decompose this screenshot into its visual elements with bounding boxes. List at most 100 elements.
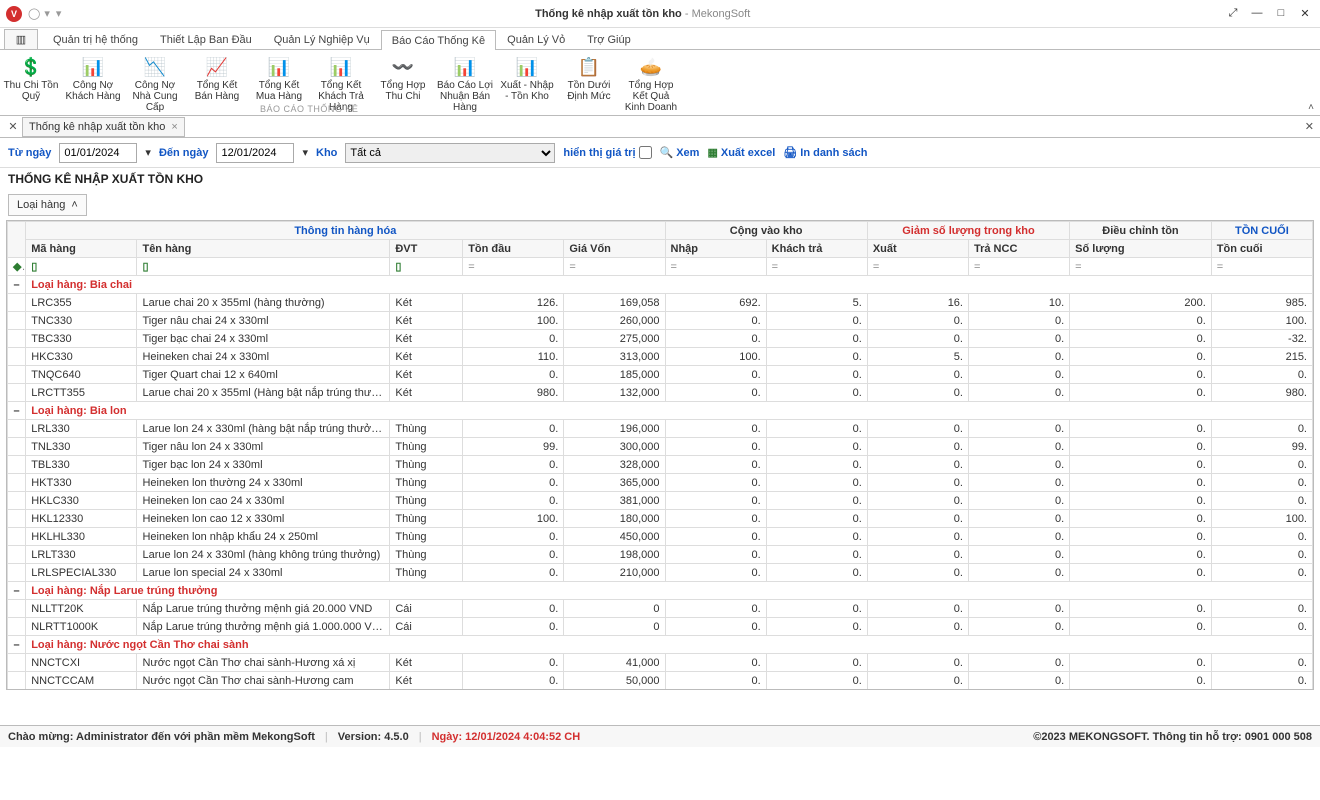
view-button[interactable]: 🔍Xem bbox=[660, 146, 700, 159]
close-all-tabs-icon[interactable]: ✕ bbox=[4, 120, 22, 133]
col-code[interactable]: Mã hàng bbox=[26, 240, 137, 258]
maximize-icon[interactable]: □ bbox=[1272, 7, 1290, 20]
collapse-icon[interactable]: – bbox=[8, 276, 26, 294]
to-date-picker-icon[interactable]: ▾ bbox=[302, 146, 308, 159]
table-row[interactable]: LRL330Larue lon 24 x 330ml (hàng bật nắp… bbox=[8, 420, 1313, 438]
group-header-row[interactable]: –Loại hàng: Bia lon bbox=[8, 402, 1313, 420]
table-row[interactable]: NNCTCXINước ngọt Cần Thơ chai sành-Hương… bbox=[8, 654, 1313, 672]
header-group-end: TỒN CUỐI bbox=[1211, 222, 1312, 240]
table-row[interactable]: NNCTCVAINước ngọt Cần Thơ chai sành-Hươn… bbox=[8, 690, 1313, 691]
header-group-out: Giảm số lượng trong kho bbox=[867, 222, 1069, 240]
group-header-row[interactable]: –Loại hàng: Nắp Larue trúng thưởng bbox=[8, 582, 1313, 600]
file-tab[interactable]: ▥ bbox=[4, 29, 38, 49]
table-row[interactable]: LRC355Larue chai 20 x 355ml (hàng thường… bbox=[8, 294, 1313, 312]
print-button[interactable]: 🖨In danh sách bbox=[783, 146, 867, 159]
col-toncuoi[interactable]: Tồn cuối bbox=[1211, 240, 1312, 258]
table-row[interactable]: HKL12330Heineken lon cao 12 x 330mlThùng… bbox=[8, 510, 1313, 528]
table-row[interactable]: TNC330Tiger nâu chai 24 x 330mlKét100.26… bbox=[8, 312, 1313, 330]
col-trancc[interactable]: Trả NCC bbox=[968, 240, 1069, 258]
report-title: THỐNG KÊ NHẬP XUẤT TỒN KHO bbox=[0, 168, 1320, 190]
col-xuat[interactable]: Xuất bbox=[867, 240, 968, 258]
col-nhap[interactable]: Nhập bbox=[665, 240, 766, 258]
header-group-in: Cộng vào kho bbox=[665, 222, 867, 240]
filter-row[interactable]: ◆ ▯▯▯ ======== bbox=[8, 258, 1313, 276]
ribbon-button[interactable]: 📊Báo Cáo Lợi Nhuận Bán Hàng bbox=[434, 54, 496, 113]
ribbon-button-label: Tổng Kết Mua Hàng bbox=[250, 80, 308, 102]
table-row[interactable]: LRLSPECIAL330Larue lon special 24 x 330m… bbox=[8, 564, 1313, 582]
minimize-icon[interactable]: — bbox=[1248, 7, 1266, 20]
ribbon-button-icon: 🥧 bbox=[622, 56, 680, 78]
ribbon-button-icon: 📊 bbox=[312, 56, 370, 78]
ribbon-tab[interactable]: Trợ Giúp bbox=[576, 29, 641, 49]
table-row[interactable]: HKT330Heineken lon thường 24 x 330mlThùn… bbox=[8, 474, 1313, 492]
ribbon-tab[interactable]: Báo Cáo Thống Kê bbox=[381, 30, 496, 50]
table-row[interactable]: NNCTCCAMNước ngọt Cần Thơ chai sành-Hươn… bbox=[8, 672, 1313, 690]
ribbon-button[interactable]: 📋Tồn Dưới Định Mức bbox=[558, 54, 620, 113]
from-date-input[interactable] bbox=[59, 143, 137, 163]
ribbon-tab[interactable]: Quản trị hệ thống bbox=[42, 29, 149, 49]
restore-down-icon[interactable]: ⤢ bbox=[1224, 7, 1242, 20]
table-row[interactable]: HKC330Heineken chai 24 x 330mlKét110.313… bbox=[8, 348, 1313, 366]
ribbon-collapse-icon[interactable]: ˄ bbox=[1308, 102, 1314, 113]
status-version: Version: 4.5.0 bbox=[338, 731, 409, 743]
ribbon-button-label: Công Nợ Nhà Cung Cấp bbox=[126, 80, 184, 113]
to-date-input[interactable] bbox=[216, 143, 294, 163]
app-logo: V bbox=[6, 6, 22, 22]
table-row[interactable]: HKLC330Heineken lon cao 24 x 330mlThùng0… bbox=[8, 492, 1313, 510]
table-row[interactable]: LRCTT355Larue chai 20 x 355ml (Hàng bật … bbox=[8, 384, 1313, 402]
ribbon-button[interactable]: 🥧Tổng Hợp Kết Quả Kinh Doanh bbox=[620, 54, 682, 113]
ribbon-button-icon: 📊 bbox=[250, 56, 308, 78]
status-welcome: Chào mừng: Administrator đến với phần mề… bbox=[8, 731, 315, 743]
group-header-row[interactable]: –Loại hàng: Nước ngọt Cần Thơ chai sành bbox=[8, 636, 1313, 654]
group-header-row[interactable]: –Loại hàng: Bia chai bbox=[8, 276, 1313, 294]
ribbon-button[interactable]: 〰️Tổng Hợp Thu Chi bbox=[372, 54, 434, 113]
ribbon-tab[interactable]: Quản Lý Nghiệp Vụ bbox=[263, 29, 381, 49]
table-row[interactable]: HKLHL330Heineken lon nhập khẩu 24 x 250m… bbox=[8, 528, 1313, 546]
quick-circle-icon[interactable]: ◯ bbox=[28, 7, 40, 20]
ribbon-button-icon: 💲 bbox=[2, 56, 60, 78]
data-grid[interactable]: Thông tin hàng hóa Cộng vào kho Giảm số … bbox=[6, 220, 1314, 690]
ribbon-tab[interactable]: Thiết Lập Ban Đầu bbox=[149, 29, 263, 49]
col-sl[interactable]: Số lượng bbox=[1070, 240, 1212, 258]
window-titlebar: V ◯ ▾ ▾ Thống kê nhập xuất tồn kho - Mek… bbox=[0, 0, 1320, 28]
excel-icon: ▦ bbox=[707, 146, 717, 159]
table-row[interactable]: NLRTT1000KNắp Larue trúng thưởng mệnh gi… bbox=[8, 618, 1313, 636]
export-excel-button[interactable]: ▦Xuất excel bbox=[707, 146, 775, 159]
to-date-label: Đến ngày bbox=[159, 147, 209, 159]
table-row[interactable]: LRLT330Larue lon 24 x 330ml (hàng không … bbox=[8, 546, 1313, 564]
col-khachtra[interactable]: Khách trả bbox=[766, 240, 867, 258]
show-price-checkbox[interactable]: hiển thị giá trị bbox=[563, 146, 651, 159]
ribbon-button[interactable]: 📊Công Nợ Khách Hàng bbox=[62, 54, 124, 113]
status-support: ©2023 MEKONGSOFT. Thông tin hỗ trợ: 0901… bbox=[1033, 731, 1312, 743]
ribbon-button-label: Tồn Dưới Định Mức bbox=[560, 80, 618, 102]
from-date-picker-icon[interactable]: ▾ bbox=[145, 146, 151, 159]
from-date-label: Từ ngày bbox=[8, 147, 51, 159]
document-tab[interactable]: Thống kê nhập xuất tồn kho × bbox=[22, 117, 185, 137]
table-row[interactable]: TNL330Tiger nâu lon 24 x 330mlThùng99.30… bbox=[8, 438, 1313, 456]
table-row[interactable]: TNQC640Tiger Quart chai 12 x 640mlKét0.1… bbox=[8, 366, 1313, 384]
ribbon-button[interactable]: 💲Thu Chi Tồn Quỹ bbox=[0, 54, 62, 113]
document-tab-close-icon[interactable]: × bbox=[171, 121, 177, 133]
ribbon-button[interactable]: 📊Xuất - Nhập - Tồn Kho bbox=[496, 54, 558, 113]
ribbon-button[interactable]: 📈Tổng Kết Bán Hàng bbox=[186, 54, 248, 113]
ribbon-tab[interactable]: Quản Lý Vỏ bbox=[496, 29, 576, 49]
group-by-chip[interactable]: Loại hàng ˄ bbox=[8, 194, 87, 216]
ribbon-button-icon: 📊 bbox=[64, 56, 122, 78]
col-name[interactable]: Tên hàng bbox=[137, 240, 390, 258]
ribbon-button-label: Tổng Kết Bán Hàng bbox=[188, 80, 246, 102]
close-window-icon[interactable]: ✕ bbox=[1296, 7, 1314, 20]
ribbon-button[interactable]: 📉Công Nợ Nhà Cung Cấp bbox=[124, 54, 186, 113]
quick-dropdown-icon[interactable]: ▾ bbox=[44, 7, 50, 20]
col-tondau[interactable]: Tồn đầu bbox=[463, 240, 564, 258]
collapse-icon[interactable]: – bbox=[8, 582, 26, 600]
table-row[interactable]: TBC330Tiger bạc chai 24 x 330mlKét0.275,… bbox=[8, 330, 1313, 348]
collapse-icon[interactable]: – bbox=[8, 402, 26, 420]
panel-close-icon[interactable]: ✕ bbox=[1305, 120, 1314, 133]
collapse-icon[interactable]: – bbox=[8, 636, 26, 654]
col-dvt[interactable]: ĐVT bbox=[390, 240, 463, 258]
table-row[interactable]: NLLTT20KNắp Larue trúng thưởng mệnh giá … bbox=[8, 600, 1313, 618]
col-giavon[interactable]: Giá Vốn bbox=[564, 240, 665, 258]
table-row[interactable]: TBL330Tiger bạc lon 24 x 330mlThùng0.328… bbox=[8, 456, 1313, 474]
ribbon-button-label: Xuất - Nhập - Tồn Kho bbox=[498, 80, 556, 102]
warehouse-select[interactable]: Tất cả bbox=[345, 143, 555, 163]
